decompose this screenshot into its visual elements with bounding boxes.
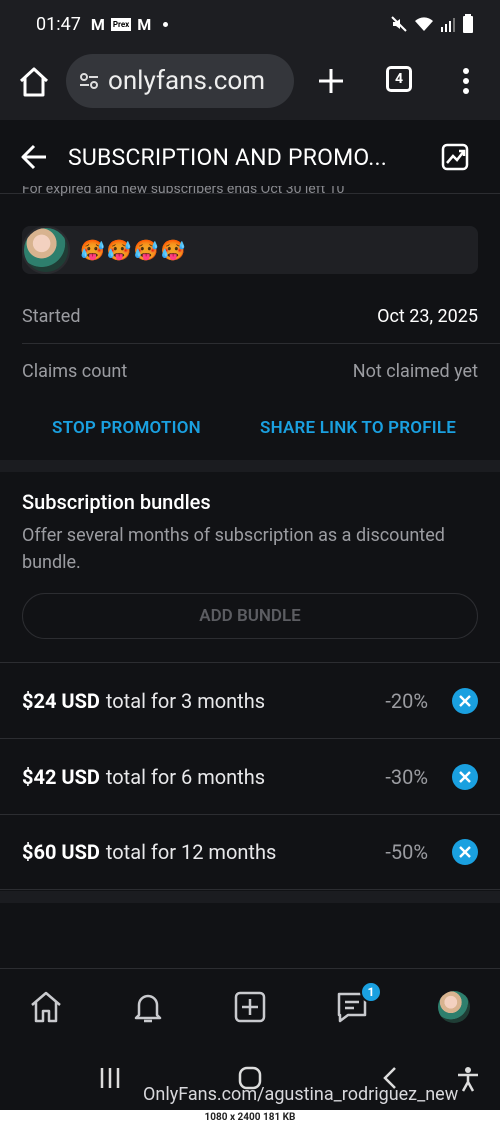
bundle-duration: total for 12 months — [105, 840, 277, 864]
watermark-text: OnlyFans.com/agustina_rodriguez_new — [143, 1084, 459, 1105]
bundles-description: Offer several months of subscription as … — [22, 525, 445, 573]
site-settings-icon[interactable] — [78, 70, 100, 92]
more-notifications-dot — [163, 21, 169, 27]
bundle-row: $24 USD total for 3 months -20% — [0, 662, 500, 738]
close-icon — [459, 846, 471, 858]
browser-toolbar: onlyfans.com 4 — [0, 48, 500, 120]
new-tab-icon[interactable] — [316, 66, 346, 96]
section-separator — [0, 891, 500, 903]
address-bar[interactable]: onlyfans.com — [66, 54, 294, 108]
started-value: Oct 23, 2025 — [377, 306, 478, 327]
remove-bundle-button[interactable] — [452, 839, 478, 865]
notification-icons: M Prex M — [90, 14, 169, 34]
accessibility-icon[interactable] — [455, 1066, 481, 1092]
remove-bundle-button[interactable] — [452, 763, 478, 790]
notifications-icon[interactable] — [130, 989, 166, 1025]
prex-icon: Prex — [110, 17, 132, 31]
signal-icon — [441, 18, 455, 32]
page-title: SUBSCRIPTION AND PROMO... — [68, 144, 388, 171]
url-text[interactable]: onlyfans.com — [108, 66, 288, 96]
avatar[interactable] — [438, 991, 470, 1023]
recent-apps-icon[interactable] — [98, 1066, 122, 1090]
mute-icon — [391, 16, 407, 32]
status-bar: 01:47 M Prex M — [0, 0, 500, 48]
back-arrow-icon[interactable] — [20, 144, 48, 170]
bundle-duration: total for 6 months — [105, 764, 266, 789]
share-link-button[interactable]: SHARE LINK TO PROFILE — [260, 418, 456, 438]
promo-details-text: For expired and new subscribers ends Oct… — [22, 186, 345, 197]
messages-button[interactable]: 1 — [334, 981, 382, 1025]
section-separator — [0, 460, 500, 472]
bundle-price: $24 USD — [22, 688, 100, 713]
home-icon[interactable] — [16, 64, 52, 100]
status-time: 01:47 — [36, 13, 81, 35]
close-icon — [459, 770, 471, 783]
system-status-icons — [390, 14, 474, 34]
bundle-discount: -20% — [385, 688, 428, 713]
started-row: Started Oct 23, 2025 — [22, 306, 478, 327]
more-vert-icon[interactable] — [456, 66, 476, 96]
claims-count-label: Claims count — [22, 361, 128, 382]
close-icon — [459, 694, 471, 707]
claims-count-row: Claims count Not claimed yet — [22, 361, 478, 382]
bundle-discount: -50% — [385, 840, 428, 864]
promo-message-card: 🥵🥵🥵🥵 — [22, 226, 478, 274]
bundle-row: $42 USD total for 6 months -30% — [0, 738, 500, 814]
divider — [22, 343, 500, 344]
claims-count-value: Not claimed yet — [352, 361, 478, 382]
statistics-icon[interactable] — [440, 142, 470, 172]
page-header: SUBSCRIPTION AND PROMO... — [0, 120, 500, 194]
home-icon[interactable] — [28, 989, 64, 1025]
started-label: Started — [22, 306, 81, 327]
image-info-footer: 1080 x 2400 181 KB — [0, 1110, 500, 1126]
bottom-navigation: 1 — [0, 968, 500, 1046]
remove-bundle-button[interactable] — [452, 687, 478, 714]
bundle-row: $60 USD total for 12 months -50% — [0, 814, 500, 890]
wifi-icon — [415, 17, 433, 31]
add-post-icon[interactable] — [232, 989, 268, 1025]
avatar[interactable] — [22, 226, 70, 274]
bundle-price: $42 USD — [22, 764, 100, 789]
messages-badge: 1 — [360, 981, 382, 1003]
bundle-discount: -30% — [385, 764, 428, 789]
add-bundle-button[interactable]: ADD BUNDLE — [22, 593, 478, 639]
tab-switcher-button[interactable]: 4 — [386, 66, 412, 92]
gmail-icon: M — [90, 14, 105, 34]
bundle-duration: total for 3 months — [105, 688, 266, 713]
bundles-title: Subscription bundles — [22, 490, 211, 514]
battery-icon — [463, 14, 473, 33]
promo-message: 🥵🥵🥵🥵 — [80, 238, 188, 262]
gmail-icon: M — [137, 14, 152, 34]
bundle-price: $60 USD — [22, 840, 100, 864]
stop-promotion-button[interactable]: STOP PROMOTION — [52, 418, 201, 438]
